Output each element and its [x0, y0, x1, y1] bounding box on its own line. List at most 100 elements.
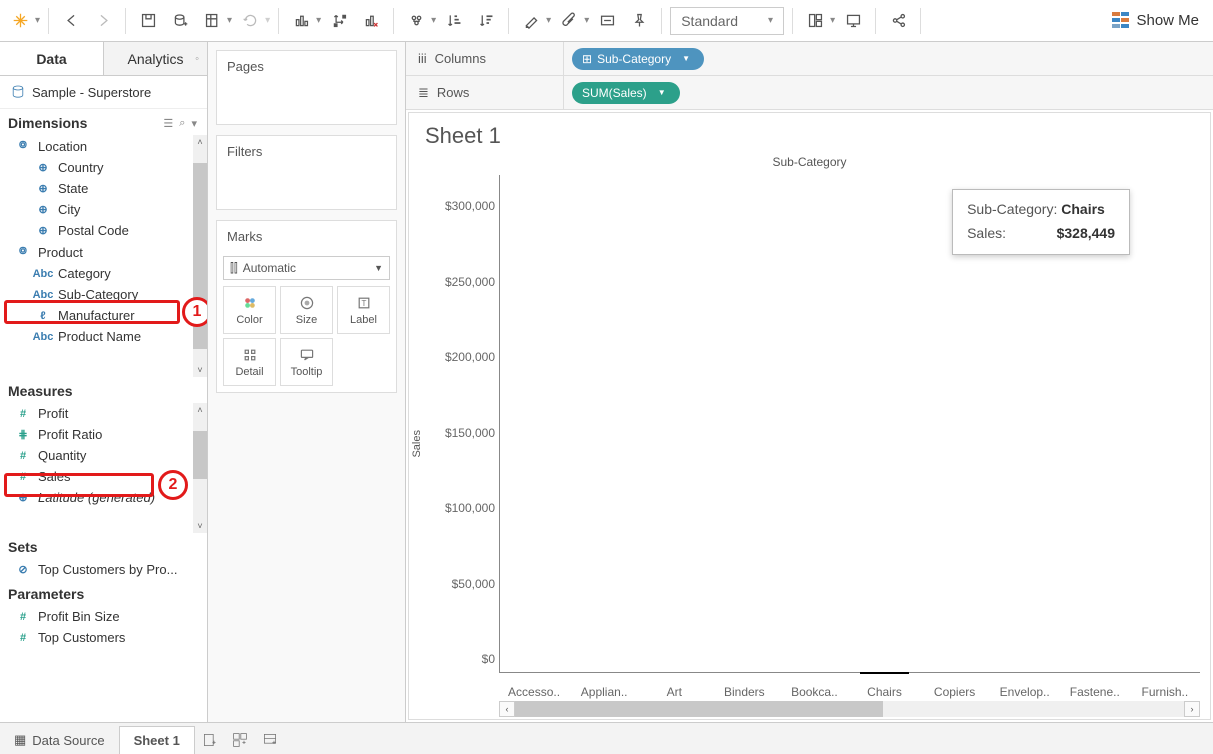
tab-analytics[interactable]: Analytics◦ [103, 42, 207, 75]
field-productname[interactable]: AbcProduct Name [0, 326, 207, 347]
x-label: Furnish.. [1130, 685, 1200, 699]
marks-size-button[interactable]: Size [280, 286, 333, 334]
field-param-topcust[interactable]: #Top Customers [0, 627, 207, 648]
refresh-icon[interactable] [236, 7, 264, 35]
marks-detail-button[interactable]: Detail [223, 338, 276, 386]
highlight-subcategory [4, 300, 180, 324]
cards-icon[interactable] [801, 7, 829, 35]
bottom-tabs: ▦Data Source Sheet 1 [0, 722, 1213, 754]
shelves-pane: Pages Filters Marks ⫿⫿Automatic▼ Color S… [208, 42, 406, 722]
x-label: Art [639, 685, 709, 699]
top-toolbar: ▾ ▾ ▾ ▾ ▾ ▾ ▾ Standard▾ ▾ Show Me [0, 0, 1213, 42]
field-quantity[interactable]: #Quantity [0, 445, 207, 466]
measures-header: Measures [0, 377, 207, 403]
showme-button[interactable]: Show Me [1104, 12, 1207, 30]
fit-selector[interactable]: Standard▾ [670, 7, 784, 35]
share-icon[interactable] [884, 7, 912, 35]
analytics-gear-icon[interactable]: ◦ [195, 53, 199, 65]
annotation-1: 1 [182, 297, 207, 327]
y-tick: $50,000 [452, 577, 495, 591]
y-tick: $300,000 [445, 199, 495, 213]
columns-shelf[interactable]: iiiColumns ⊞Sub-Category▼ [406, 42, 1213, 76]
svg-text:T: T [361, 299, 366, 308]
tableau-logo-icon[interactable] [6, 7, 34, 35]
chart-plot[interactable]: $0$50,000$100,000$150,000$200,000$250,00… [433, 175, 1200, 719]
data-pane: Data Analytics◦ Sample - Superstore Dime… [0, 42, 208, 722]
datasource-row[interactable]: Sample - Superstore [0, 76, 207, 109]
chart-tooltip: Sub-Category: Chairs Sales: $328,449 [952, 189, 1130, 255]
x-label: Applian.. [569, 685, 639, 699]
filters-shelf[interactable]: Filters [216, 135, 397, 210]
field-category[interactable]: AbcCategory [0, 263, 207, 284]
clear-sheet-icon[interactable] [357, 7, 385, 35]
forward-button[interactable] [89, 7, 117, 35]
attach-icon[interactable] [555, 7, 583, 35]
sort-desc-icon[interactable] [472, 7, 500, 35]
highlight-sales [4, 473, 154, 497]
parameters-header: Parameters [0, 580, 207, 606]
pin-icon[interactable] [625, 7, 653, 35]
measures-scrollbar[interactable]: ˄˅ [193, 403, 207, 533]
back-button[interactable] [57, 7, 85, 35]
sheet-title[interactable]: Sheet 1 [409, 113, 1210, 153]
showme-icon [1112, 12, 1130, 30]
field-location[interactable]: ៙Location [0, 135, 207, 157]
tab-data[interactable]: Data [0, 42, 103, 75]
marks-card: Marks ⫿⫿Automatic▼ Color Size TLabel Det… [216, 220, 397, 393]
rows-icon: ≣ [418, 85, 429, 101]
field-param-binsize[interactable]: #Profit Bin Size [0, 606, 207, 627]
new-dashboard-icon[interactable] [225, 726, 255, 754]
highlight-icon[interactable] [517, 7, 545, 35]
new-worksheet-icon[interactable] [195, 726, 225, 754]
find-icon[interactable]: ⌕ [179, 117, 185, 130]
transpose-icon[interactable] [325, 7, 353, 35]
sort-asc-icon[interactable] [440, 7, 468, 35]
y-tick: $0 [482, 652, 495, 666]
presentation-icon[interactable] [839, 7, 867, 35]
field-profit[interactable]: #Profit [0, 403, 207, 424]
columns-icon: iii [418, 51, 427, 66]
x-label: Fastene.. [1060, 685, 1130, 699]
chart-axis-title-top: Sub-Category [409, 153, 1210, 169]
field-set-topcust[interactable]: ⊘Top Customers by Pro... [0, 559, 207, 580]
field-postal[interactable]: ⊕Postal Code [0, 220, 207, 241]
x-label: Copiers [920, 685, 990, 699]
rows-shelf[interactable]: ≣Rows SUM(Sales)▼ [406, 76, 1213, 110]
new-sheet-icon[interactable] [198, 7, 226, 35]
new-datasource-icon[interactable] [166, 7, 194, 35]
y-axis-title: Sales [409, 430, 429, 458]
logo-menu[interactable]: ▾ [35, 15, 40, 26]
y-tick: $250,000 [445, 275, 495, 289]
x-label: Binders [709, 685, 779, 699]
tab-datasource[interactable]: ▦Data Source [0, 726, 120, 754]
marks-tooltip-button[interactable]: Tooltip [280, 338, 333, 386]
tab-sheet1[interactable]: Sheet 1 [120, 726, 195, 754]
field-country[interactable]: ⊕Country [0, 157, 207, 178]
swap-icon[interactable] [287, 7, 315, 35]
marks-type-selector[interactable]: ⫿⫿Automatic▼ [223, 256, 390, 280]
view-list-icon[interactable]: ☰ [163, 117, 173, 130]
view-area: iiiColumns ⊞Sub-Category▼ ≣Rows SUM(Sale… [406, 42, 1213, 722]
label-icon[interactable] [593, 7, 621, 35]
rows-pill-sales[interactable]: SUM(Sales)▼ [572, 82, 680, 104]
x-label: Envelop.. [990, 685, 1060, 699]
marks-label-button[interactable]: TLabel [337, 286, 390, 334]
y-tick: $100,000 [445, 501, 495, 515]
annotation-2: 2 [158, 470, 188, 500]
save-icon[interactable] [134, 7, 162, 35]
marks-color-button[interactable]: Color [223, 286, 276, 334]
horizontal-scrollbar[interactable]: ‹› [499, 701, 1200, 717]
x-label: Bookca.. [779, 685, 849, 699]
dimensions-list: ៙Location ⊕Country ⊕State ⊕City ⊕Postal … [0, 135, 207, 377]
field-state[interactable]: ⊕State [0, 178, 207, 199]
field-city[interactable]: ⊕City [0, 199, 207, 220]
field-product[interactable]: ៙Product [0, 241, 207, 263]
measures-list: #Profit ⋕Profit Ratio #Quantity #Sales ⊕… [0, 403, 207, 533]
dimensions-scrollbar[interactable]: ˄˅ [193, 135, 207, 377]
pages-shelf[interactable]: Pages [216, 50, 397, 125]
field-profitratio[interactable]: ⋕Profit Ratio [0, 424, 207, 445]
group-icon[interactable] [402, 7, 430, 35]
columns-pill-subcategory[interactable]: ⊞Sub-Category▼ [572, 48, 704, 70]
sets-header: Sets [0, 533, 207, 559]
new-story-icon[interactable] [255, 726, 285, 754]
